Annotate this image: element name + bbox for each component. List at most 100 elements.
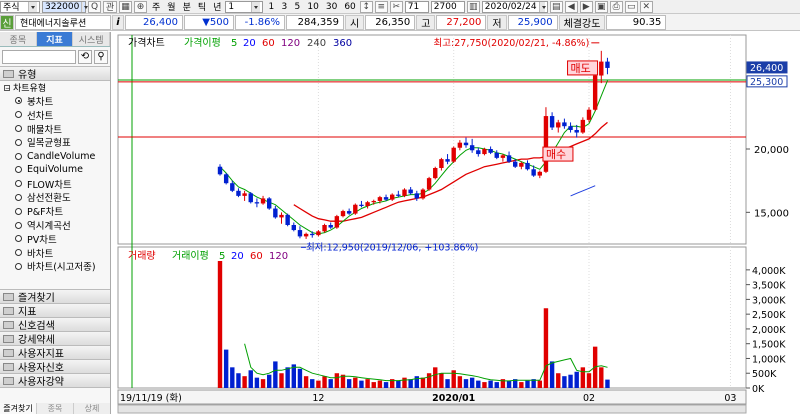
interval-30[interactable]: 30 [323,1,340,13]
section-label: 지표 [18,307,37,318]
zoom-icon[interactable]: ⊕ [134,0,147,13]
section-header[interactable]: 사용자강약 [0,373,110,388]
date-input[interactable]: 2020/02/24 [481,0,548,13]
interval-10[interactable]: 10 [304,1,321,13]
volume-legend-item: 120 [269,251,288,262]
interval-1[interactable]: 1 [265,1,277,13]
section-header[interactable]: 신호검색 [0,317,110,332]
chart-type-item[interactable]: 역시계곡선 [0,218,110,232]
grid-icon[interactable]: ▦ [119,0,132,13]
price-legend-item: 20 [243,38,256,49]
settings-icon[interactable]: ≡ [374,0,388,13]
chart-type-list: 봉차트 선차트 매물차트 일목균형표 CandleVolume EquiVolume FLO… [0,94,110,273]
search-icon[interactable]: Q [88,0,101,13]
chart-type-item[interactable]: CandleVolume [0,149,110,163]
save-icon[interactable]: ▣ [594,0,608,13]
volume-bar [303,376,309,388]
tab-indicator[interactable]: 지표 [36,32,74,46]
volume-bar [605,379,610,388]
candle-body [592,75,598,110]
candle-body [334,216,340,228]
scissors-icon[interactable]: ✂ [389,0,403,13]
chart-type-item[interactable]: 바차트(시고저종) [0,260,110,273]
interval-3[interactable]: 3 [278,1,290,13]
section-header[interactable]: 즐겨찾기 [0,289,110,304]
volume-bar [322,376,327,388]
section-header[interactable]: 강세약세 [0,331,110,346]
volume-bar [285,367,290,388]
tab-system[interactable]: 시스템 [73,32,110,46]
info-button[interactable]: i [112,14,124,30]
chart-type-item[interactable]: 봉차트 [0,94,110,108]
panel-tabs: 종목 지표 시스템 [0,32,110,47]
print-icon[interactable]: ⎙ [609,0,623,13]
refresh-icon[interactable]: ⟲ [78,49,92,64]
chart-type-item[interactable]: 선차트 [0,108,110,122]
volume-y-tick-label: 3,000K [752,295,786,306]
prev-icon[interactable]: ◀ [564,0,578,13]
price-legend-item: 360 [333,38,352,49]
candle-body [390,194,395,200]
search-icon[interactable]: ⚲ [94,49,108,64]
window-icon[interactable]: ▭ [624,0,638,13]
period-minute[interactable]: 분 [180,1,194,13]
candle-body [476,150,481,155]
candle-body [574,130,579,133]
folder-icon [3,320,14,329]
period-tick[interactable]: 틱 [195,1,209,13]
bottom-tab-stock[interactable]: 종목 [37,403,74,414]
interval-5[interactable]: 5 [291,1,303,13]
gwan-button[interactable]: 관 [103,0,117,13]
x-axis-label: 19/11/19 (화) [120,393,182,404]
chart-type-label: 삼선전환도 [27,193,71,205]
interval-60[interactable]: 60 [341,1,358,13]
code-input[interactable]: 322000 [42,0,88,13]
chart-type-label: FLOW차트 [27,179,72,191]
indicator-search-input[interactable] [2,49,76,64]
price-legend-item: 가격이평 [184,36,221,49]
chart-type-item[interactable]: EquiVolume [0,163,110,177]
volume-y-tick-label: 1,000K [752,354,786,365]
section-header[interactable]: 사용자지표 [0,345,110,360]
radio-icon [15,207,22,215]
chart-type-item[interactable]: 바차트 [0,246,110,260]
bars-icon[interactable]: ▥ [466,0,480,13]
chart-type-item[interactable]: 삼선전환도 [0,191,110,205]
close-icon[interactable]: ✕ [639,0,653,13]
section-type[interactable]: 유형 [0,66,110,81]
volume-bar [586,373,592,388]
calendar-icon[interactable]: ▤ [549,0,563,13]
volume-bar [279,373,284,388]
candle-body [396,194,401,196]
interval-select[interactable]: 1 [225,0,264,13]
period-month[interactable]: 월 [164,1,178,13]
chart-svg[interactable]: 20,000 15,000 26,400 25,300 최고:27,750(2020/0… [112,32,800,414]
section-header[interactable]: 사용자신호 [0,359,110,374]
candle-body [433,168,438,179]
open-value: 26,350 [365,14,416,30]
chart-type-item[interactable]: 매물차트 [0,122,110,136]
section-label: 강세약세 [18,335,55,346]
tab-stock[interactable]: 종목 [0,32,37,46]
market-select[interactable]: 주식 [0,0,40,13]
candle-body [445,159,450,162]
chart-type-item[interactable]: 일목균형표 [0,135,110,149]
chart-type-item[interactable]: PV차트 [0,232,110,246]
chart-type-item[interactable]: P&F차트 [0,204,110,218]
period-year[interactable]: 년 [210,1,224,13]
candle-body [580,119,586,133]
next-icon[interactable]: ▶ [579,0,593,13]
count-input[interactable]: 71 [404,0,429,13]
section-header[interactable]: 지표 [0,303,110,318]
bottom-tab-favorites[interactable]: 즐겨찾기 [0,403,37,414]
chart-type-label: PV차트 [27,234,57,246]
volume-bar [488,380,493,388]
candle-body [310,233,315,236]
bottom-tab-other[interactable]: 상제 [74,403,110,414]
candle-body [531,169,536,176]
period-week[interactable]: 주 [149,1,163,13]
chart-type-item[interactable]: FLOW차트 [0,177,110,191]
arrows-icon[interactable]: ↕ [359,0,373,13]
chart-area[interactable]: 20,000 15,000 26,400 25,300 최고:27,750(2020/0… [112,32,800,414]
chart-type-group[interactable]: − 차트유형 [0,81,110,94]
